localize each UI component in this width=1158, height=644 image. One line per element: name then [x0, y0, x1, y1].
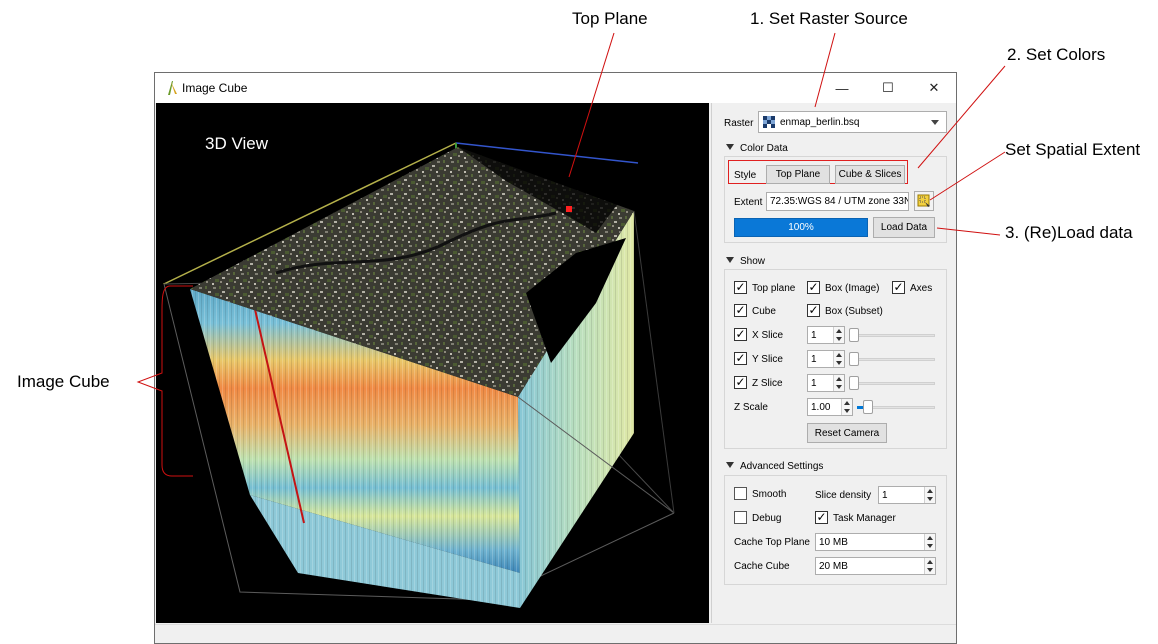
cache-top-plane-spinbox[interactable]: 10 MB — [815, 533, 936, 551]
spin-arrows-icon[interactable] — [924, 487, 935, 503]
annotation-image-cube: Image Cube — [17, 372, 110, 391]
cube-checkbox[interactable]: ✓ — [734, 304, 747, 317]
top-plane-label: Top plane — [752, 283, 796, 294]
advanced-settings-header[interactable]: Advanced Settings — [726, 461, 823, 472]
collapse-triangle-icon — [726, 257, 734, 263]
window-title: Image Cube — [182, 81, 248, 95]
spin-arrows-icon[interactable] — [833, 327, 844, 343]
annotation-set-colors: 2. Set Colors — [1007, 45, 1106, 64]
box-image-checkbox[interactable]: ✓ — [807, 281, 820, 294]
box-subset-checkbox[interactable]: ✓ — [807, 304, 820, 317]
cube-label: Cube — [752, 306, 776, 317]
show-header[interactable]: Show — [726, 256, 765, 267]
collapse-triangle-icon — [726, 144, 734, 150]
extent-label: Extent — [734, 197, 763, 208]
z-scale-label: Z Scale — [734, 402, 768, 413]
image-cube-render — [163, 142, 675, 608]
raster-source-value: enmap_berlin.bsq — [780, 116, 860, 128]
box-image-label: Box (Image) — [825, 283, 880, 294]
z-slice-spinbox[interactable]: 1 — [807, 374, 845, 392]
cache-cube-spinbox[interactable]: 20 MB — [815, 557, 936, 575]
spin-arrows-icon[interactable] — [841, 399, 852, 415]
smooth-checkbox[interactable] — [734, 487, 747, 500]
map-extent-icon — [917, 194, 930, 207]
task-manager-checkbox[interactable]: ✓ — [815, 511, 828, 524]
cache-cube-label: Cache Cube — [734, 561, 790, 572]
image-cube-window: Image Cube — ☐ ✕ 3D View Raster enmap_be… — [154, 72, 957, 644]
reset-camera-button[interactable]: Reset Camera — [807, 423, 887, 443]
close-button[interactable]: ✕ — [911, 73, 957, 103]
raster-layer-icon — [763, 116, 775, 128]
raster-label: Raster — [724, 118, 754, 129]
box-subset-label: Box (Subset) — [825, 306, 883, 317]
annotation-set-spatial-extent: Set Spatial Extent — [1005, 140, 1141, 159]
axes-label: Axes — [910, 283, 933, 294]
axes-checkbox[interactable]: ✓ — [892, 281, 905, 294]
raster-source-combo[interactable]: enmap_berlin.bsq — [758, 111, 947, 133]
x-slice-checkbox[interactable]: ✓ — [734, 328, 747, 341]
control-panel: Raster enmap_berlin.bsq Color Data Style… — [711, 103, 956, 623]
slice-density-spinbox[interactable]: 1 — [878, 486, 936, 504]
load-data-button[interactable]: Load Data — [873, 217, 935, 238]
color-data-header[interactable]: Color Data — [726, 143, 788, 154]
spin-arrows-icon[interactable] — [924, 534, 935, 550]
title-bar[interactable]: Image Cube — ☐ ✕ — [155, 73, 956, 103]
x-slice-spinbox[interactable]: 1 — [807, 326, 845, 344]
collapse-triangle-icon — [726, 462, 734, 468]
debug-checkbox[interactable] — [734, 511, 747, 524]
annotation-set-raster-source: 1. Set Raster Source — [750, 9, 908, 28]
status-bar — [155, 624, 956, 643]
z-slice-label: Z Slice — [752, 378, 783, 389]
cube-slices-style-button[interactable]: Cube & Slices — [835, 165, 905, 184]
task-manager-label: Task Manager — [833, 513, 896, 524]
spin-arrows-icon[interactable] — [833, 351, 844, 367]
3d-view[interactable]: 3D View — [156, 103, 709, 623]
app-logo-icon — [168, 81, 177, 95]
y-slice-spinbox[interactable]: 1 — [807, 350, 845, 368]
extent-field[interactable]: 72.35:WGS 84 / UTM zone 33N — [766, 192, 909, 211]
spin-arrows-icon[interactable] — [833, 375, 844, 391]
y-slice-slider[interactable] — [849, 352, 935, 366]
cache-top-plane-label: Cache Top Plane — [734, 537, 810, 548]
z-scale-spinbox[interactable]: 1.00 — [807, 398, 853, 416]
top-plane-checkbox[interactable]: ✓ — [734, 281, 747, 294]
smooth-label: Smooth — [752, 489, 787, 500]
style-label: Style — [734, 170, 757, 181]
debug-label: Debug — [752, 513, 782, 524]
slice-density-label: Slice density — [815, 490, 872, 501]
load-progress-bar: 100% — [734, 218, 868, 237]
x-slice-label: X Slice — [752, 330, 784, 341]
maximize-button[interactable]: ☐ — [865, 73, 911, 103]
set-extent-button[interactable] — [914, 191, 934, 211]
chevron-down-icon — [931, 120, 939, 125]
y-slice-label: Y Slice — [752, 354, 783, 365]
top-plane-style-button[interactable]: Top Plane — [766, 165, 830, 184]
z-slice-slider[interactable] — [849, 376, 935, 390]
z-scale-slider[interactable] — [857, 400, 935, 414]
spin-arrows-icon[interactable] — [924, 558, 935, 574]
annotation-reload-data: 3. (Re)Load data — [1005, 223, 1133, 242]
x-slice-slider[interactable] — [849, 328, 935, 342]
z-slice-checkbox[interactable]: ✓ — [734, 376, 747, 389]
3d-view-label: 3D View — [205, 134, 268, 153]
minimize-button[interactable]: — — [819, 73, 865, 103]
y-slice-checkbox[interactable]: ✓ — [734, 352, 747, 365]
annotation-top-plane: Top Plane — [572, 9, 648, 28]
